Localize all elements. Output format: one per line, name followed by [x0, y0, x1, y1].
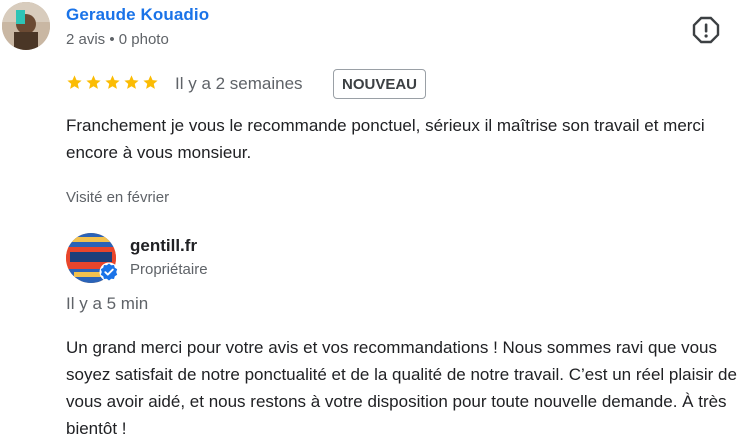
owner-role: Propriétaire — [130, 261, 208, 278]
owner-name[interactable]: gentill.fr — [130, 236, 197, 256]
new-badge: NOUVEAU — [333, 69, 427, 99]
reviewer-name-link[interactable]: Geraude Kouadio — [66, 5, 209, 25]
report-flag-icon[interactable] — [692, 16, 720, 44]
star-icon — [86, 75, 101, 89]
verified-badge-icon — [99, 262, 119, 282]
star-rating — [66, 74, 159, 94]
star-icon — [143, 75, 158, 89]
reviewer-stats: 2 avis • 0 photo — [66, 31, 169, 48]
visited-date: Visité en février — [66, 189, 170, 206]
reply-text: Un grand merci pour votre avis et vos re… — [66, 338, 737, 438]
star-icon — [67, 75, 82, 89]
reviewer-avatar[interactable] — [2, 2, 50, 50]
reply-date: Il y a 5 min — [66, 294, 149, 313]
review-date: Il y a 2 semaines — [175, 74, 303, 93]
star-icon — [105, 75, 120, 89]
review-text: Franchement je vous le recommande ponctu… — [66, 116, 705, 162]
star-icon — [124, 75, 139, 89]
